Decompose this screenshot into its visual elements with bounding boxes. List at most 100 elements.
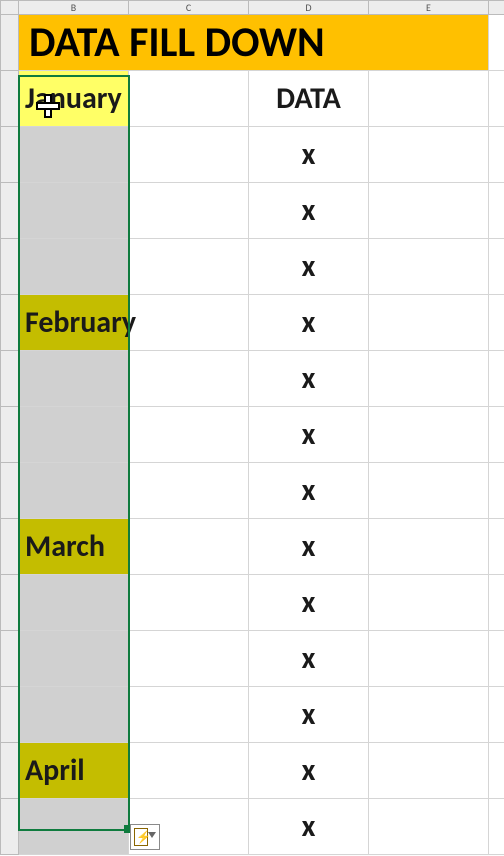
cell[interactable] [369, 183, 489, 239]
cell[interactable] [369, 519, 489, 575]
cell-month-february[interactable]: February [19, 295, 129, 351]
title-row[interactable]: DATA FILL DOWN [1, 15, 504, 71]
cell[interactable] [489, 351, 504, 407]
cell-selected[interactable] [19, 631, 129, 687]
cell-month-january[interactable]: January [19, 71, 129, 127]
column-header-row[interactable]: B C D E [1, 1, 504, 15]
cell[interactable] [369, 575, 489, 631]
cell[interactable] [369, 407, 489, 463]
col-header-B[interactable]: B [19, 1, 129, 15]
cell[interactable] [489, 575, 504, 631]
row-header[interactable] [1, 463, 19, 519]
cell[interactable] [489, 519, 504, 575]
cell-selected[interactable] [19, 463, 129, 519]
cell-data[interactable]: x [249, 351, 369, 407]
cell-data[interactable]: x [249, 575, 369, 631]
cell-data[interactable]: x [249, 687, 369, 743]
cell-selected[interactable] [19, 799, 129, 855]
cell[interactable] [489, 295, 504, 351]
select-all-corner[interactable] [1, 1, 19, 15]
cell[interactable] [129, 183, 249, 239]
spreadsheet-grid[interactable]: B C D E DATA FILL DOWN January DATA x x [0, 0, 504, 855]
cell[interactable] [489, 183, 504, 239]
cell[interactable] [489, 631, 504, 687]
table-row[interactable]: x [1, 687, 504, 743]
cell-data[interactable]: x [249, 743, 369, 799]
table-row[interactable]: x [1, 799, 504, 855]
cell[interactable] [489, 407, 504, 463]
cell[interactable] [129, 407, 249, 463]
cell-data[interactable]: x [249, 183, 369, 239]
cell[interactable] [489, 127, 504, 183]
cell-selected[interactable] [19, 687, 129, 743]
cell[interactable] [369, 687, 489, 743]
table-row[interactable]: x [1, 351, 504, 407]
cell-data[interactable]: x [249, 631, 369, 687]
cell-month-march[interactable]: March [19, 519, 129, 575]
cell-selected[interactable] [19, 183, 129, 239]
cell[interactable] [369, 127, 489, 183]
row-header[interactable] [1, 183, 19, 239]
cell[interactable] [369, 351, 489, 407]
cell-selected[interactable] [19, 351, 129, 407]
cell[interactable] [369, 463, 489, 519]
cell[interactable] [129, 295, 249, 351]
table-row[interactable]: March x [1, 519, 504, 575]
cell[interactable] [489, 239, 504, 295]
cell[interactable] [129, 631, 249, 687]
cell-data[interactable]: x [249, 799, 369, 855]
cell-data-header[interactable]: DATA [249, 71, 369, 127]
cell[interactable] [489, 71, 504, 127]
cell[interactable] [369, 71, 489, 127]
row-header[interactable] [1, 407, 19, 463]
table-row[interactable]: x [1, 463, 504, 519]
table-row[interactable]: x [1, 407, 504, 463]
cell-data[interactable]: x [249, 295, 369, 351]
cell[interactable] [489, 743, 504, 799]
cell[interactable] [369, 799, 489, 855]
cell[interactable] [129, 351, 249, 407]
table-row[interactable]: April x [1, 743, 504, 799]
cell[interactable] [489, 687, 504, 743]
row-header[interactable] [1, 71, 19, 127]
col-header-E[interactable]: E [369, 1, 489, 15]
cell[interactable] [129, 127, 249, 183]
cell-selected[interactable] [19, 239, 129, 295]
cell[interactable] [129, 71, 249, 127]
table-row[interactable]: x [1, 575, 504, 631]
table-row[interactable]: x [1, 127, 504, 183]
cell[interactable] [129, 743, 249, 799]
cell[interactable] [129, 687, 249, 743]
cell[interactable] [129, 575, 249, 631]
cell-month-april[interactable]: April [19, 743, 129, 799]
col-header-F[interactable] [489, 1, 504, 15]
table-row[interactable]: x [1, 631, 504, 687]
cell[interactable] [369, 295, 489, 351]
title-cell[interactable]: DATA FILL DOWN [19, 15, 489, 71]
row-header[interactable] [1, 127, 19, 183]
col-header-D[interactable]: D [249, 1, 369, 15]
row-header[interactable] [1, 519, 19, 575]
table-row[interactable]: January DATA [1, 71, 504, 127]
col-header-C[interactable]: C [129, 1, 249, 15]
cell-data[interactable]: x [249, 127, 369, 183]
row-header[interactable] [1, 575, 19, 631]
cell[interactable] [489, 15, 504, 71]
cell[interactable] [369, 743, 489, 799]
cell-selected[interactable] [19, 127, 129, 183]
cell-selected[interactable] [19, 407, 129, 463]
cell-selected[interactable] [19, 575, 129, 631]
cell[interactable] [129, 239, 249, 295]
cell-data[interactable]: x [249, 463, 369, 519]
cell[interactable] [489, 463, 504, 519]
cell[interactable] [369, 239, 489, 295]
table-row[interactable]: x [1, 183, 504, 239]
cell[interactable] [129, 463, 249, 519]
row-header[interactable] [1, 743, 19, 799]
row-header[interactable] [1, 631, 19, 687]
cell-data[interactable]: x [249, 239, 369, 295]
table-row[interactable]: x [1, 239, 504, 295]
cell[interactable] [489, 799, 504, 855]
row-header[interactable] [1, 295, 19, 351]
row-header[interactable] [1, 239, 19, 295]
